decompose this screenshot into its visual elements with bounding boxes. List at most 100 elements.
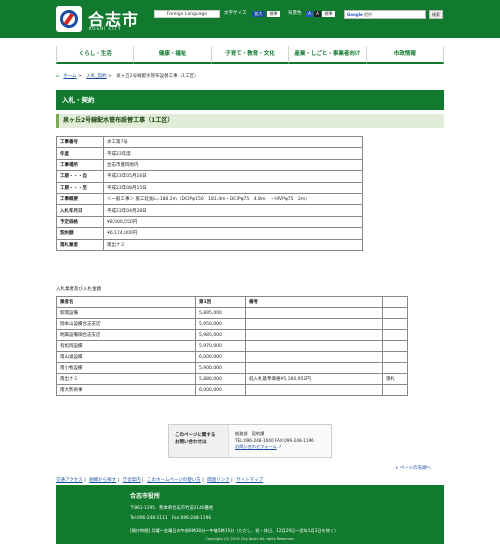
footer-hours: [開庁時間] 月曜～金曜日の午前8時30分～午後5時15分（ただし、祝・休日、1… bbox=[130, 528, 339, 533]
footer-sep: | bbox=[84, 478, 86, 483]
page-top-label: ページの先頭へ bbox=[399, 466, 432, 471]
bg-standard-button[interactable]: 標準 bbox=[322, 11, 335, 17]
info-value: ¥8,500,550円 bbox=[103, 215, 363, 229]
footer-link-related[interactable]: 関連リンク bbox=[207, 478, 230, 483]
contact-box: このページに関する お問い合わせは 総務部 契約課 TEL:096-248-10… bbox=[168, 424, 332, 458]
bid-note bbox=[245, 362, 383, 374]
bid-amount: 6,000,000 bbox=[195, 384, 246, 396]
font-enlarge-button[interactable]: 拡大 bbox=[252, 11, 265, 17]
project-info-table: 工事番号 水工第7号 年度 平成23年度 工事場所 合志市豊岡地内 工期・・・自 平成2… bbox=[56, 135, 363, 251]
footer-address: 〒861-1195 熊本県合志市竹迫2140番地 bbox=[130, 506, 214, 511]
table-row: 年度 平成23年度 bbox=[56, 147, 363, 160]
info-label: 工事概要 bbox=[56, 192, 104, 206]
footer-sep: | bbox=[202, 478, 204, 483]
table-row: 工事場所 合志市豊岡地内 bbox=[56, 158, 363, 172]
bid-amount: 5,900,000 bbox=[195, 362, 246, 374]
external-link-icon: ↗ bbox=[278, 444, 282, 449]
info-label: 予定価格 bbox=[56, 215, 104, 229]
footer-link-org[interactable]: 組織から探す bbox=[89, 478, 116, 483]
table-row: 落札業者 南出ナミ bbox=[56, 238, 363, 251]
footer-link-office[interactable]: 庁舎案内 bbox=[123, 478, 141, 483]
table-row: 契約額 ¥6,174,000円 bbox=[56, 227, 363, 240]
page-top-link[interactable]: ∨ ページの先頭へ bbox=[395, 465, 431, 471]
info-value: ＜一般工事＞ 施工延長L=188.2m（DCIPφ150 181.4m・DCIP… bbox=[103, 192, 363, 206]
bg-black-button[interactable]: A bbox=[314, 11, 321, 17]
table-row: 工期・・・至 平成23年08月15日 bbox=[56, 181, 363, 194]
gnav-education[interactable]: 子育て・教育・文化 bbox=[210, 46, 289, 64]
page-title: 入札・契約 bbox=[56, 90, 444, 110]
breadcrumb-current: 泉ヶ丘2号線配水管布設替工事（1工区） bbox=[116, 74, 199, 79]
info-label: 落札業者 bbox=[56, 238, 104, 251]
google-brand: Google bbox=[347, 12, 363, 17]
table-row: 工事概要 ＜一般工事＞ 施工延長L=188.2m（DCIPφ150 181.4m・… bbox=[56, 192, 363, 206]
font-size-label: 文字サイズ bbox=[224, 11, 247, 16]
info-label: 年度 bbox=[56, 147, 104, 160]
info-label: 工期・・・自 bbox=[56, 170, 104, 183]
table-row: 予定価格 ¥8,500,550円 bbox=[56, 215, 363, 229]
bid-table: 業者名 第1回 備考 新開設備 5,895,000 岡本山設備合志支店 5,950,… bbox=[56, 296, 408, 396]
gnav-admin[interactable]: 市政情報 bbox=[365, 46, 445, 64]
home-icon: ⌂ bbox=[56, 74, 59, 79]
foreign-language-button[interactable]: Foreign Language bbox=[154, 10, 220, 18]
table-row: 工事番号 水工第7号 bbox=[56, 135, 363, 149]
col-header: 備考 bbox=[245, 296, 383, 308]
gnav-life[interactable]: くらし・生活 bbox=[56, 46, 134, 64]
site-header: 合志市 KOSHI CITY Foreign Language 文字サイズ 拡大… bbox=[0, 0, 500, 38]
bid-note: 低入札基準価格¥5,160,952円 bbox=[245, 373, 383, 385]
table-row: 岡本山設備合志支店 5,950,000 bbox=[56, 318, 408, 330]
info-label: 入札年月日 bbox=[56, 204, 104, 217]
search-button[interactable]: 検索 bbox=[429, 10, 443, 19]
info-label: 工事番号 bbox=[56, 135, 104, 149]
bid-result bbox=[382, 329, 408, 341]
footer-sep: | bbox=[117, 478, 120, 483]
table-row: 明興設備御合志支店 5,985,000 bbox=[56, 329, 408, 341]
bidder-name: 明興設備御合志支店 bbox=[56, 329, 196, 341]
contact-heading-line: このページに関する bbox=[175, 433, 216, 438]
table-row: 工期・・・自 平成23年05月16日 bbox=[56, 170, 363, 183]
bid-note bbox=[245, 340, 383, 352]
bidder-name: 南山涌設備 bbox=[56, 351, 196, 363]
global-nav: くらし・生活 健康・福祉 子育て・教育・文化 産業・しごと・事業者向け 市政情報 bbox=[56, 46, 445, 64]
site-footer: 合志市役所 〒861-1195 熊本県合志市竹迫2140番地 Tel:096-2… bbox=[56, 485, 444, 544]
footer-link-access[interactable]: 交通アクセス bbox=[56, 478, 83, 483]
table-row: 南小牧設備 5,900,000 bbox=[56, 362, 408, 374]
info-value: 南出ナミ bbox=[103, 238, 363, 251]
info-label: 工期・・・至 bbox=[56, 181, 104, 194]
footer-nav: 交通アクセス | 組織から探す | 庁舎案内 | このホームページの使い方 | … bbox=[56, 477, 263, 483]
font-standard-button[interactable]: 標準 bbox=[267, 11, 280, 17]
gnav-business[interactable]: 産業・しごと・事業者向け bbox=[288, 46, 366, 64]
info-label: 工事場所 bbox=[56, 158, 104, 172]
gnav-health[interactable]: 健康・福祉 bbox=[133, 46, 211, 64]
breadcrumb-home[interactable]: ホーム bbox=[63, 74, 76, 79]
col-header: 第1回 bbox=[195, 296, 246, 308]
bidder-name: 南出ナミ bbox=[56, 373, 196, 385]
bid-amount: 5,970,000 bbox=[195, 340, 246, 352]
bid-table-caption: 入札業者及び入札金額 bbox=[56, 287, 101, 292]
page-subtitle: 泉ヶ丘2号線配水管布設替工事（1工区） bbox=[56, 114, 444, 128]
city-logo-icon[interactable] bbox=[56, 6, 82, 32]
footer-office-name: 合志市役所 bbox=[130, 493, 161, 500]
footer-link-howto[interactable]: このホームページの使い方 bbox=[147, 478, 201, 483]
bid-note bbox=[245, 307, 383, 319]
footer-sep: | bbox=[142, 478, 144, 483]
bid-result bbox=[382, 340, 408, 352]
breadcrumb-sep: > bbox=[108, 74, 112, 79]
contact-heading-line: お問い合わせは bbox=[175, 440, 207, 445]
footer-sep: | bbox=[231, 478, 233, 483]
col-header: 業者名 bbox=[56, 296, 196, 308]
bid-result bbox=[382, 384, 408, 396]
col-header bbox=[382, 296, 408, 308]
search-input[interactable]: Google 提供 bbox=[344, 10, 426, 19]
info-value: 平成23年08月15日 bbox=[103, 181, 363, 194]
table-row: 南大熊商事 6,000,000 bbox=[56, 384, 408, 396]
footer-link-sitemap[interactable]: サイトマップ bbox=[236, 478, 263, 483]
breadcrumb-bids[interactable]: 入札_契約 bbox=[86, 74, 106, 79]
table-header-row: 業者名 第1回 備考 bbox=[56, 296, 408, 308]
table-row: 南山涌設備 6,000,000 bbox=[56, 351, 408, 363]
contact-heading: このページに関する お問い合わせは bbox=[169, 425, 229, 457]
bg-blue-button[interactable]: A bbox=[306, 11, 313, 17]
info-value: 水工第7号 bbox=[103, 135, 363, 149]
bid-note bbox=[245, 351, 383, 363]
table-row: 新開設備 5,895,000 bbox=[56, 307, 408, 319]
contact-form-link[interactable]: お問い合わせフォーム bbox=[235, 444, 277, 449]
